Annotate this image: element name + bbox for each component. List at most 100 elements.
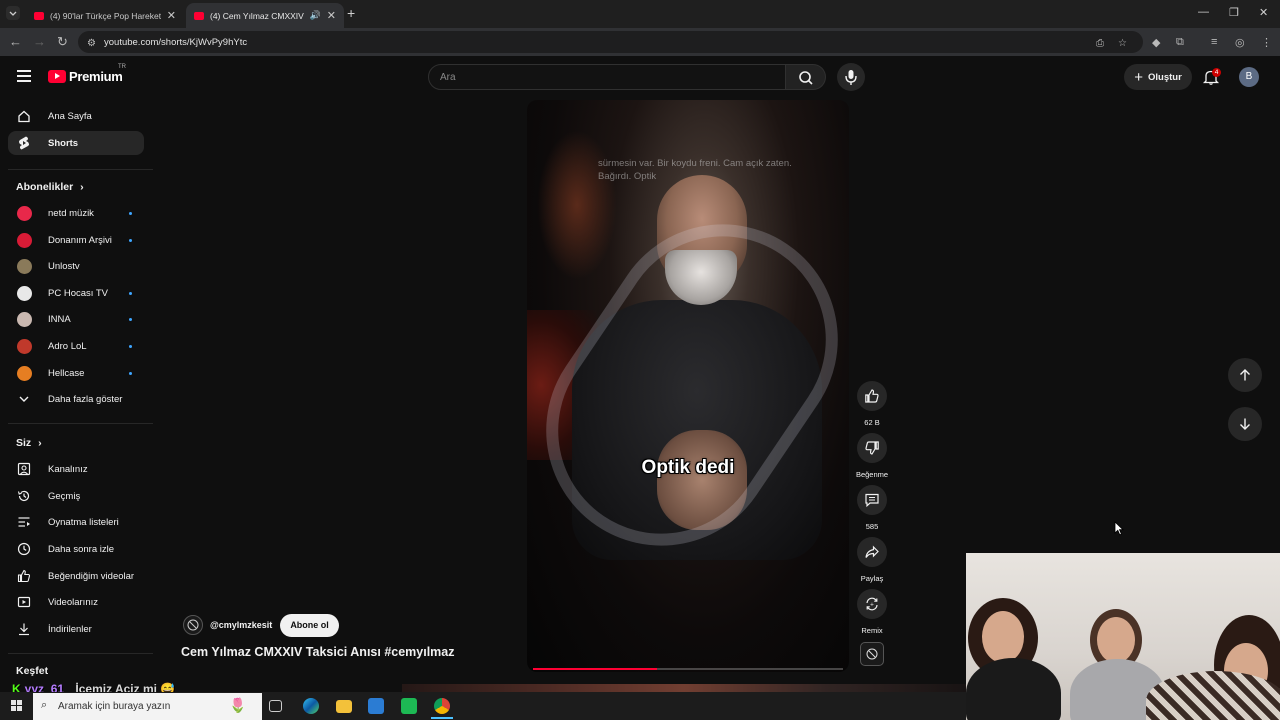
search-placeholder: Ara [440,71,456,83]
edge-browser-icon[interactable] [303,698,319,714]
reload-icon[interactable]: ↻ [57,34,68,50]
sidebar-item-playlists[interactable]: Oynatma listeleri [8,510,144,534]
sidebar-item-channel[interactable]: Kanalınız [8,457,144,481]
voice-search-button[interactable] [837,63,865,91]
shorts-icon [16,135,32,151]
arrow-up-icon [1240,369,1250,381]
sidebar-item-label: Beğendiğim videolar [48,570,135,582]
create-label: Oluştur [1147,71,1182,83]
person-3-body [1146,671,1280,720]
url-text: youtube.com/shorts/KjWvPy9hYtc [104,36,248,48]
sidebar-item-label: Kanalınız [48,463,88,475]
channel-avatar [16,338,32,354]
create-button[interactable]: + Oluştur [1124,64,1192,90]
sidebar: Ana Sayfa Shorts Abonelikler › netd müzi… [0,100,155,690]
sidebar-item-inna[interactable]: INNA [8,307,144,331]
subscribe-button[interactable]: Abone ol [280,613,339,637]
sidebar-item-downloads[interactable]: İndirilenler [8,617,144,641]
channel-avatar[interactable] [183,615,203,635]
search-button[interactable] [786,64,826,90]
window-close-icon[interactable]: ✕ [1259,6,1268,19]
sidebar-item-history[interactable]: Geçmiş [8,484,144,508]
you-heading[interactable]: Siz › [16,437,42,449]
sidebar-item-hellcase[interactable]: Hellcase [8,361,144,385]
youtube-favicon-icon [34,11,44,20]
dislike-button[interactable]: Beğenme [856,433,888,479]
video-title[interactable]: Cem Yılmaz CMXXIV Taksici Anısı #cemyılm… [181,645,455,659]
install-app-icon[interactable]: ⎙ [1096,38,1104,49]
video-progress-fill [533,668,657,670]
subscriptions-heading[interactable]: Abonelikler › [16,181,84,193]
task-view-icon[interactable] [269,700,282,712]
like-button[interactable]: 62 B [857,381,887,427]
tab-1[interactable]: (4) 90'lar Türkçe Pop Hareketli · ✕ [26,3,184,28]
new-tab-button[interactable]: + [347,5,355,21]
back-icon[interactable]: ← [9,34,22,49]
close-tab-icon[interactable]: ✕ [167,9,176,22]
youtube-premium-logo[interactable]: Premium TR [48,64,126,84]
search-icon [799,71,813,85]
url-bar[interactable]: ⚙ youtube.com/shorts/KjWvPy9hYtc ⎙ ☆ [78,31,1143,53]
close-tab-icon[interactable]: ✕ [327,9,336,22]
chevron-down-icon [16,391,32,407]
sidebar-item-watch-later[interactable]: Daha sonra izle [8,537,144,561]
subscriptions-heading-label: Abonelikler [16,181,74,193]
taskbar-search-input[interactable]: ⌕ Aramak için buraya yazın 🌷 [33,693,262,720]
comments-button[interactable]: 585 [857,485,887,531]
plus-icon: + [1134,68,1143,86]
chrome-browser-icon[interactable] [431,698,453,719]
tab-search-icon[interactable] [6,6,20,20]
next-short-button[interactable] [1228,407,1262,441]
extensions-puzzle-icon[interactable]: ⧉ [1176,36,1184,49]
show-more-button[interactable]: Daha fazla göster [8,387,144,411]
bookmark-star-icon[interactable]: ☆ [1118,38,1127,49]
extension-icon[interactable]: ◆ [1152,36,1160,49]
channel-avatar [16,205,32,221]
download-icon [16,621,32,637]
previous-short-button[interactable] [1228,358,1262,392]
sidebar-item-home[interactable]: Ana Sayfa [8,104,144,128]
channel-avatar [16,311,32,327]
sidebar-item-netd-muzik[interactable]: netd müzik [8,201,144,225]
search-input[interactable]: Ara [428,64,786,90]
share-button[interactable]: Paylaş [857,537,887,583]
restore-icon[interactable]: ❐ [1229,6,1239,19]
sidebar-item-donanim-arsivi[interactable]: Donanım Arşivi [8,228,144,252]
sidebar-item-label: Geçmiş [48,490,81,502]
sidebar-item-pc-hocasi-tv[interactable]: PC Hocası TV [8,281,144,305]
sidebar-item-shorts[interactable]: Shorts [8,131,144,155]
profile-icon[interactable]: ◎ [1235,36,1245,49]
audio-icon[interactable]: 🔊 [310,10,321,21]
sidebar-item-label: Adro LoL [48,340,87,352]
sidebar-item-your-videos[interactable]: Videolarınız [8,590,144,614]
thumbs-down-icon [865,441,879,455]
media-control-icon[interactable]: ≡ [1211,36,1217,48]
sidebar-item-unlostv[interactable]: Unlostv [8,254,144,278]
channel-name[interactable]: @cmylmzkesit [210,620,272,630]
site-info-icon[interactable]: ⚙ [87,38,96,49]
sidebar-divider [8,423,153,424]
sound-source-button[interactable] [857,642,887,666]
new-content-dot [129,212,132,215]
sidebar-item-adro-lol[interactable]: Adro LoL [8,334,144,358]
youtube-play-icon [48,70,66,83]
windows-start-icon[interactable] [11,700,22,711]
app-icon[interactable] [401,698,417,714]
sidebar-item-label: netd müzik [48,207,94,219]
playlist-icon [16,514,32,530]
tab-2[interactable]: (4) Cem Yılmaz CMXXIV Tak 🔊 ✕ [186,3,344,28]
hamburger-menu-icon[interactable] [17,70,31,82]
microsoft-store-icon[interactable] [368,698,384,714]
account-avatar[interactable]: B [1239,67,1259,87]
sidebar-item-label: PC Hocası TV [48,287,109,299]
sidebar-item-liked-videos[interactable]: Beğendiğim videolar [8,564,144,588]
browser-menu-icon[interactable]: ⋮ [1261,36,1272,49]
remix-button[interactable]: + Remix [857,589,887,635]
video-progress-bar[interactable] [533,668,843,670]
minimize-icon[interactable]: — [1198,6,1209,18]
file-explorer-icon[interactable] [336,700,352,713]
shorts-video-player[interactable]: sürmesin var. Bir koydu freni. Cam açık … [527,100,849,672]
forward-icon[interactable]: → [33,34,46,49]
stream-banner-strip [402,684,966,692]
sidebar-item-label: Unlostv [48,260,80,272]
